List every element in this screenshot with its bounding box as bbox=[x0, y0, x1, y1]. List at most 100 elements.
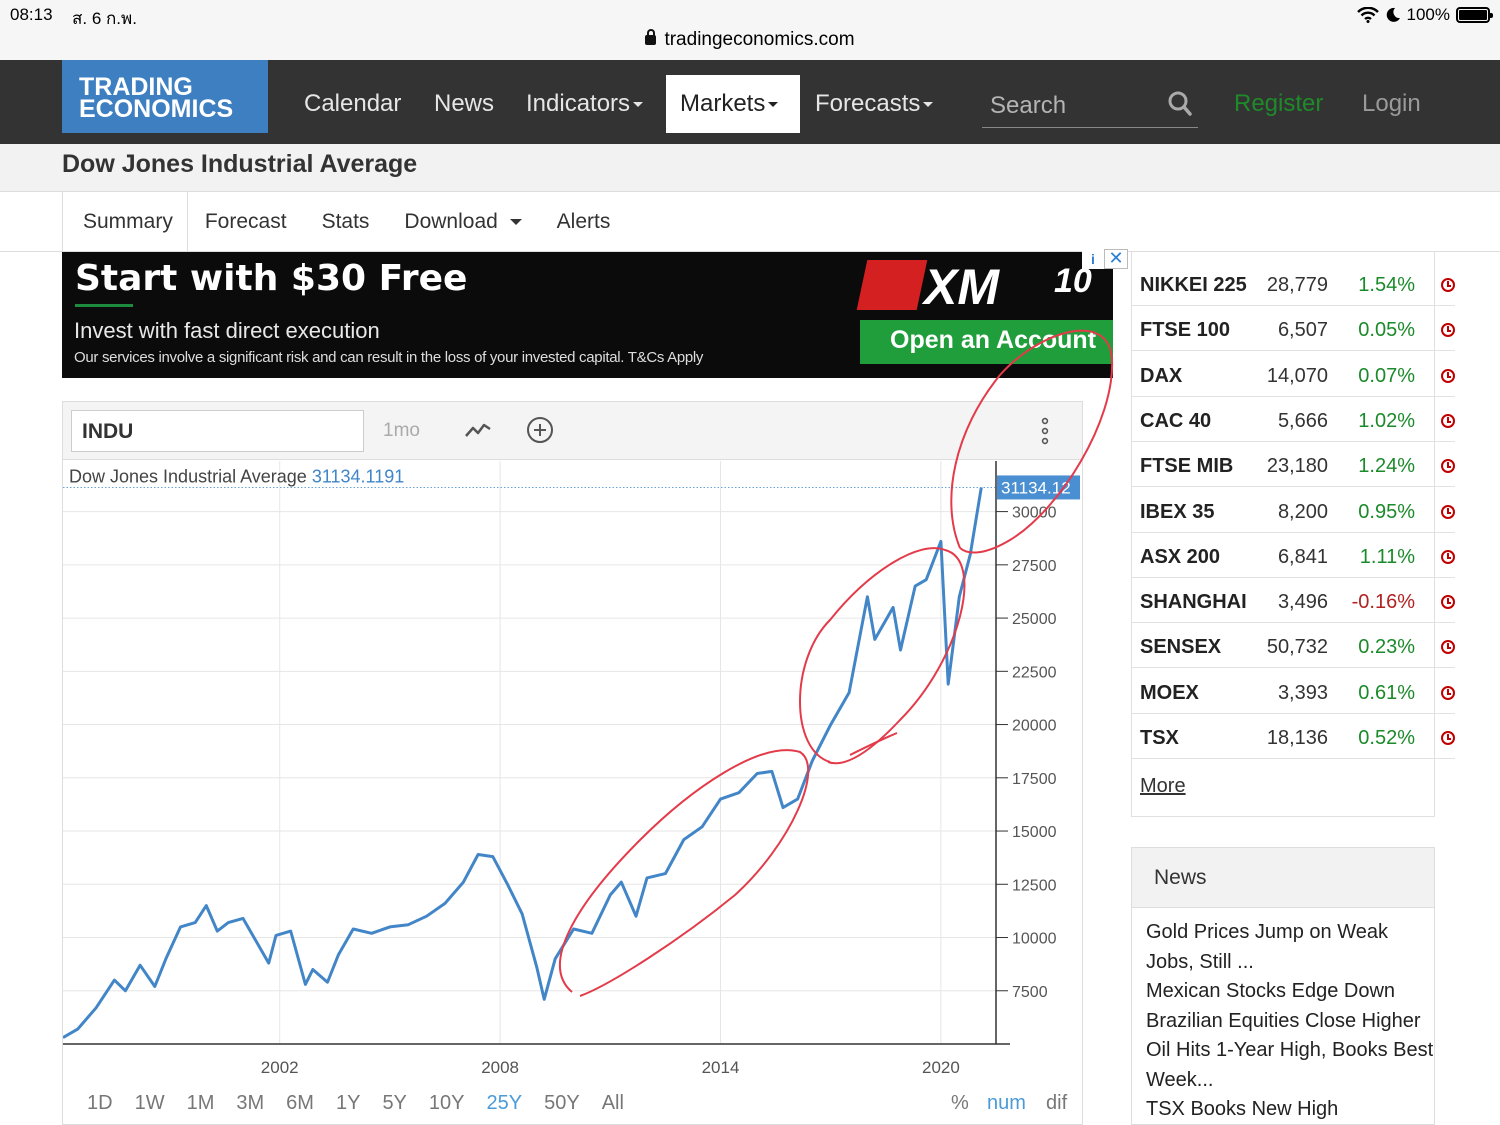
market-change: 0.23% bbox=[1358, 636, 1415, 659]
chevron-down-icon bbox=[768, 102, 779, 108]
chevron-down-icon bbox=[633, 102, 644, 108]
market-row[interactable]: FTSE MIB 23,180 1.24% bbox=[1132, 442, 1455, 488]
market-row[interactable]: SHANGHAI 3,496 -0.16% bbox=[1132, 578, 1455, 624]
market-change: 1.54% bbox=[1358, 274, 1415, 296]
news-item[interactable]: Brazilian Equities Close Higher bbox=[1146, 1007, 1436, 1037]
symbol-input[interactable]: INDU bbox=[71, 410, 364, 452]
market-row[interactable]: MOEX 3,393 0.61% bbox=[1132, 669, 1455, 714]
ad-subline: Invest with fast direct execution bbox=[74, 318, 380, 343]
advertisement-banner[interactable]: Start with $30 Free Invest with fast dir… bbox=[62, 252, 1113, 378]
market-change: 0.95% bbox=[1358, 500, 1415, 523]
y-tick-label: 10000 bbox=[1012, 931, 1057, 948]
range-selector: 1D 1W 1M 3M 6M 1Y 5Y 10Y 25Y 50Y All bbox=[87, 1092, 646, 1115]
market-value: 23,180 bbox=[1266, 455, 1328, 478]
y-tick-label: 25000 bbox=[1012, 611, 1057, 628]
tab-download[interactable]: Download bbox=[387, 192, 539, 252]
range-1m[interactable]: 1M bbox=[187, 1092, 215, 1115]
ad-headline: Start with $30 Free bbox=[75, 258, 468, 299]
nav-indicators[interactable]: Indicators bbox=[526, 90, 644, 118]
news-item[interactable]: Oil Hits 1-Year High, Books Best Week... bbox=[1146, 1036, 1436, 1095]
market-change: 1.02% bbox=[1358, 409, 1415, 432]
x-tick-label: 2008 bbox=[481, 1058, 519, 1077]
period-selector[interactable]: 1mo bbox=[383, 420, 420, 442]
login-link[interactable]: Login bbox=[1362, 90, 1421, 118]
nav-markets[interactable]: Markets bbox=[666, 75, 800, 133]
chevron-down-icon bbox=[923, 102, 934, 108]
range-all[interactable]: All bbox=[602, 1092, 624, 1115]
add-compare-icon[interactable] bbox=[525, 415, 555, 445]
market-change: 0.05% bbox=[1358, 319, 1415, 342]
search-icon[interactable] bbox=[1168, 91, 1192, 117]
market-name: IBEX 35 bbox=[1140, 500, 1215, 523]
price-series-line bbox=[63, 487, 983, 1039]
market-value: 28,779 bbox=[1266, 274, 1328, 296]
range-6m[interactable]: 6M bbox=[286, 1092, 314, 1115]
chart-series bbox=[63, 487, 983, 1039]
news-item[interactable]: Gold Prices Jump on Weak Jobs, Still ... bbox=[1146, 918, 1436, 977]
clock-icon bbox=[1441, 731, 1455, 745]
market-row[interactable]: TSX 18,136 0.52% bbox=[1132, 714, 1455, 759]
range-50y[interactable]: 50Y bbox=[544, 1092, 580, 1115]
line-chart-icon[interactable] bbox=[463, 416, 493, 446]
more-options-icon[interactable] bbox=[1035, 416, 1055, 446]
market-value: 6,507 bbox=[1277, 319, 1328, 342]
tab-stats[interactable]: Stats bbox=[305, 192, 388, 252]
address-bar[interactable]: tradingeconomics.com bbox=[0, 29, 1500, 51]
market-name: FTSE MIB bbox=[1140, 455, 1234, 478]
site-logo[interactable]: TRADING ECONOMICS bbox=[62, 60, 268, 133]
tab-forecast[interactable]: Forecast bbox=[188, 192, 305, 252]
market-value: 14,070 bbox=[1266, 364, 1328, 387]
ad-info-icon[interactable]: i bbox=[1082, 249, 1104, 269]
ad-close-icon[interactable]: ✕ bbox=[1104, 249, 1128, 269]
mode-dif[interactable]: dif bbox=[1046, 1092, 1067, 1115]
market-row[interactable]: IBEX 35 8,200 0.95% bbox=[1132, 488, 1455, 533]
news-item[interactable]: Mexican Stocks Edge Down bbox=[1146, 977, 1436, 1007]
market-row[interactable]: FTSE 100 6,507 0.05% bbox=[1132, 306, 1455, 352]
news-item[interactable]: TSX Books New High bbox=[1146, 1095, 1436, 1125]
nav-forecasts[interactable]: Forecasts bbox=[815, 90, 934, 118]
clock-icon bbox=[1441, 323, 1455, 338]
news-list: Gold Prices Jump on Weak Jobs, Still ...… bbox=[1146, 918, 1436, 1125]
ad-divider bbox=[75, 304, 133, 307]
range-3m[interactable]: 3M bbox=[236, 1092, 264, 1115]
url-text: tradingeconomics.com bbox=[664, 29, 855, 50]
tab-summary[interactable]: Summary bbox=[62, 192, 188, 252]
clock-icon bbox=[1441, 640, 1455, 655]
chart-panel: INDU 1mo 7500 10000 12500 15000 17500 20000 22… bbox=[62, 401, 1083, 1125]
price-chart[interactable]: 7500 10000 12500 15000 17500 20000 22500 25000 2… bbox=[63, 461, 1082, 1091]
chart-axes: 7500 10000 12500 15000 17500 20000 22500 25000 2… bbox=[63, 461, 1057, 1077]
range-1d[interactable]: 1D bbox=[87, 1092, 113, 1115]
market-name: TSX bbox=[1140, 727, 1179, 749]
range-1w[interactable]: 1W bbox=[135, 1092, 165, 1115]
market-name: DAX bbox=[1140, 364, 1183, 387]
market-value: 6,841 bbox=[1277, 545, 1328, 568]
search-input[interactable] bbox=[990, 92, 1160, 120]
market-row[interactable]: DAX 14,070 0.07% bbox=[1132, 352, 1455, 397]
market-row[interactable]: CAC 40 5,666 1.02% bbox=[1132, 397, 1455, 442]
mode-num[interactable]: num bbox=[987, 1092, 1026, 1115]
nav-calendar[interactable]: Calendar bbox=[304, 90, 401, 118]
top-navigation: TRADING ECONOMICS Calendar News Indicato… bbox=[0, 60, 1500, 144]
range-5y[interactable]: 5Y bbox=[382, 1092, 406, 1115]
nav-news[interactable]: News bbox=[434, 90, 494, 118]
wifi-icon bbox=[1356, 7, 1379, 23]
x-tick-label: 2002 bbox=[261, 1058, 299, 1077]
range-25y[interactable]: 25Y bbox=[487, 1092, 523, 1115]
market-row[interactable]: SENSEX 50,732 0.23% bbox=[1132, 623, 1455, 669]
market-change: -0.16% bbox=[1351, 591, 1415, 614]
tab-alerts[interactable]: Alerts bbox=[540, 192, 629, 252]
y-tick-label: 17500 bbox=[1012, 771, 1057, 788]
y-tick-label: 22500 bbox=[1012, 664, 1057, 681]
range-1y[interactable]: 1Y bbox=[336, 1092, 360, 1115]
register-link[interactable]: Register bbox=[1234, 90, 1323, 118]
more-markets-link[interactable]: More bbox=[1140, 775, 1186, 798]
open-account-button[interactable]: Open an Account bbox=[860, 320, 1113, 364]
market-row[interactable]: NIKKEI 225 28,779 1.54% bbox=[1132, 261, 1455, 306]
mode-percent[interactable]: % bbox=[951, 1092, 969, 1115]
last-value-tag-text: 31134.12 bbox=[1001, 478, 1071, 497]
last-value: 31134.1191 bbox=[312, 466, 404, 486]
x-tick-label: 2014 bbox=[702, 1058, 740, 1077]
market-value: 8,200 bbox=[1277, 500, 1328, 523]
range-10y[interactable]: 10Y bbox=[429, 1092, 465, 1115]
market-row[interactable]: ASX 200 6,841 1.11% bbox=[1132, 533, 1455, 578]
